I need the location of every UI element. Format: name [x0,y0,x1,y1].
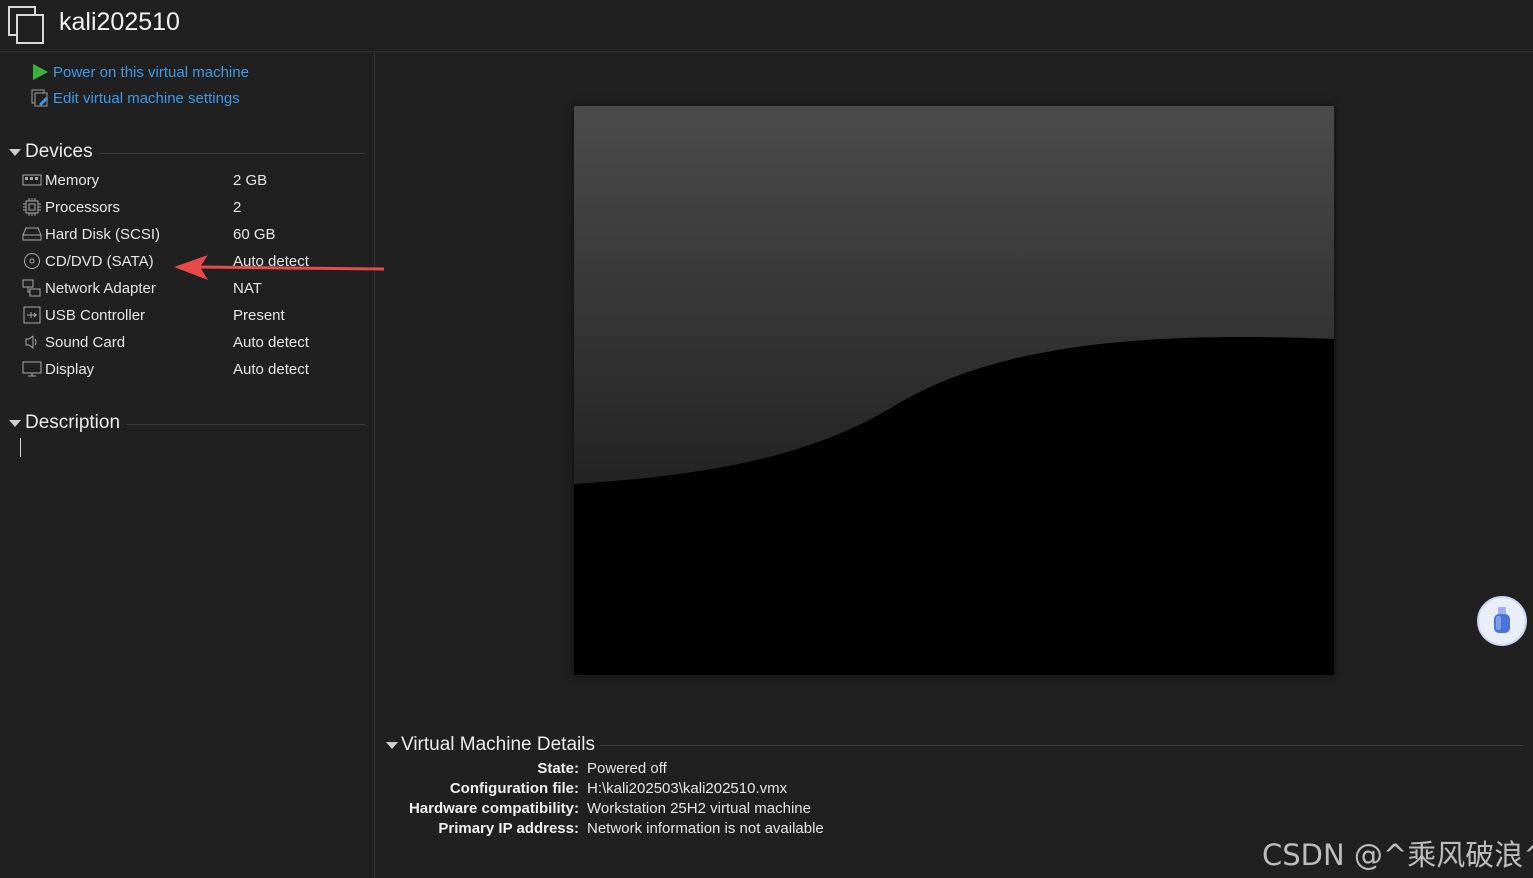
devices-header-label: Devices [25,141,93,162]
cd-dvd-icon [21,252,43,270]
device-value: 2 [233,198,242,216]
device-row-usb-controller[interactable]: USB Controller Present [21,303,361,327]
usb-drive-icon [1494,607,1510,633]
collapse-triangle-icon [9,148,21,156]
vm-preview-graphic [574,106,1334,675]
device-row-hard-disk[interactable]: Hard Disk (SCSI) 60 GB [21,222,361,246]
collapse-triangle-icon [9,419,21,427]
device-value: Present [233,306,285,324]
device-value: Auto detect [233,360,309,378]
detail-label: State: [537,760,579,777]
section-divider [599,744,1523,746]
device-name: Processors [45,198,121,216]
device-value: 2 GB [233,171,268,189]
detail-row-state: State: Powered off [386,760,986,780]
section-divider [126,423,365,425]
memory-icon [21,171,43,189]
power-on-label[interactable]: Power on this virtual machine [53,64,249,81]
vm-preview-thumbnail[interactable] [574,106,1334,675]
device-name: Memory [45,171,100,189]
devices-section-header[interactable]: Devices [9,140,365,164]
detail-row-hardware-compatibility: Hardware compatibility: Workstation 25H2… [386,800,986,820]
title-bar: kali202510 [0,0,1533,52]
vm-tab-icon [8,6,44,44]
device-name: Hard Disk (SCSI) [45,225,161,243]
detail-value: H:\kali202503\kali202510.vmx [587,780,788,797]
device-row-display[interactable]: Display Auto detect [21,357,361,381]
edit-settings-action[interactable]: Edit virtual machine settings [31,87,240,109]
device-value: 60 GB [233,225,276,243]
usb-controller-icon [21,306,43,324]
display-icon [21,360,43,378]
hard-disk-icon [21,225,43,243]
watermark: CSDN @^乘风破浪^ [1262,838,1533,872]
detail-value: Network information is not available [587,820,824,837]
device-value: Auto detect [233,333,309,351]
vm-details-section-header[interactable]: Virtual Machine Details [386,733,1523,757]
device-row-memory[interactable]: Memory 2 GB [21,168,361,192]
detail-row-primary-ip: Primary IP address: Network information … [386,820,986,840]
annotation-arrow [174,255,385,280]
description-header-label: Description [25,412,121,433]
vm-details-header-label: Virtual Machine Details [401,734,595,755]
description-text-caret[interactable] [20,438,21,457]
section-divider [98,152,365,154]
edit-settings-icon [31,89,48,107]
detail-row-configuration-file: Configuration file: H:\kali202503\kali20… [386,780,986,800]
collapse-triangle-icon [386,741,398,749]
detail-value: Powered off [587,760,667,777]
sound-card-icon [21,333,43,351]
detail-label: Hardware compatibility: [408,800,579,817]
edit-settings-label[interactable]: Edit virtual machine settings [53,90,240,107]
detail-value: Workstation 25H2 virtual machine [587,800,811,817]
processor-icon [21,198,43,216]
device-row-sound-card[interactable]: Sound Card Auto detect [21,330,361,354]
device-row-processors[interactable]: Processors 2 [21,195,361,219]
detail-label: Primary IP address: [438,820,579,837]
description-section-header[interactable]: Description [9,411,365,435]
network-adapter-icon [21,279,43,297]
device-name: Sound Card [45,333,126,351]
summary-pane: Power on this virtual machine Edit virtu… [0,53,375,878]
device-name: Display [45,360,95,378]
detail-label: Configuration file: [449,780,579,797]
floating-usb-button[interactable] [1477,596,1527,646]
vm-title: kali202510 [59,8,180,36]
play-icon [33,64,48,80]
device-name: USB Controller [45,306,146,324]
power-on-action[interactable]: Power on this virtual machine [31,61,249,83]
